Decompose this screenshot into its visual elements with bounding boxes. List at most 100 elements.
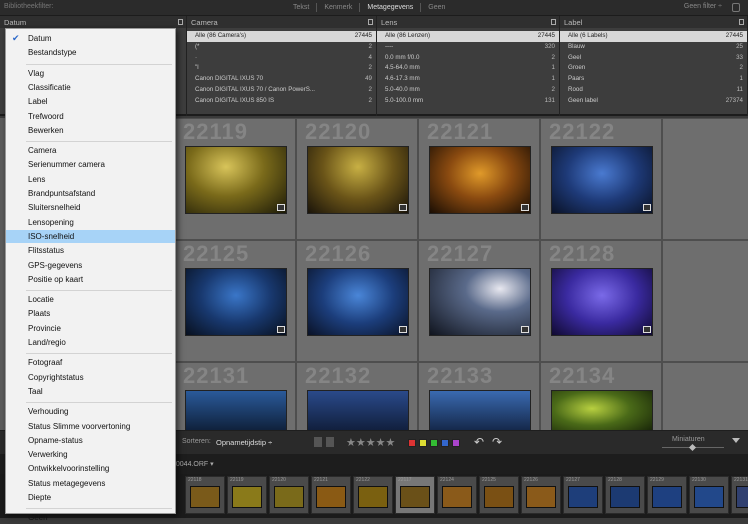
toolbar-menu-arrow-icon[interactable] — [732, 438, 740, 443]
filmstrip-item[interactable]: 22128 — [605, 476, 645, 514]
filmstrip-thumbnail[interactable] — [232, 486, 262, 508]
filmstrip-item[interactable]: 22117 — [395, 476, 435, 514]
menu-item[interactable]: Ontwikkelvoorinstelling — [6, 462, 175, 475]
filmstrip-thumbnail[interactable] — [694, 486, 724, 508]
column-row[interactable]: Geel 33 — [560, 53, 747, 64]
flag-icon[interactable] — [314, 437, 322, 447]
edit-badge-icon[interactable] — [399, 204, 407, 211]
filmstrip-thumbnail[interactable] — [400, 486, 430, 508]
column-menu-icon[interactable] — [368, 19, 373, 25]
photo-thumbnail[interactable] — [185, 268, 287, 336]
edit-badge-icon[interactable] — [521, 204, 529, 211]
menu-item[interactable]: Status metagegevens — [6, 477, 175, 490]
photo-thumbnail[interactable] — [307, 146, 409, 214]
filmstrip-thumbnail[interactable] — [484, 486, 514, 508]
filmstrip-item[interactable]: 22120 — [269, 476, 309, 514]
menu-item[interactable]: Bestandstype — [6, 46, 175, 59]
filmstrip-thumbnail[interactable] — [358, 486, 388, 508]
menu-item[interactable]: Lens — [6, 173, 175, 186]
filmstrip-thumbnail[interactable] — [274, 486, 304, 508]
menu-item[interactable]: Vlag — [6, 67, 175, 80]
grid-cell[interactable]: 22121 — [418, 118, 540, 240]
column-menu-icon[interactable] — [551, 19, 556, 25]
green-label-swatch[interactable] — [430, 439, 438, 447]
filmstrip-item[interactable]: 22127 — [563, 476, 603, 514]
grid-cell[interactable]: 22122 — [540, 118, 662, 240]
edit-badge-icon[interactable] — [277, 326, 285, 333]
menu-item[interactable]: Copyrightstatus — [6, 371, 175, 384]
edit-badge-icon[interactable] — [521, 326, 529, 333]
filmstrip-thumbnail[interactable] — [526, 486, 556, 508]
slider-knob[interactable] — [688, 443, 697, 452]
menu-item[interactable]: Brandpuntsafstand — [6, 187, 175, 200]
menu-item[interactable]: Lensopening — [6, 216, 175, 229]
menu-item[interactable]: Provincie — [6, 322, 175, 335]
menu-item[interactable]: ISO-snelheid — [6, 229, 175, 243]
column-row[interactable]: Geen label 27374 — [560, 96, 747, 107]
filmstrip-thumbnail[interactable] — [652, 486, 682, 508]
column-row[interactable]: Blauw 25 — [560, 42, 747, 53]
column-row[interactable]: 4.5-64.0 mm 1 — [377, 63, 559, 74]
photo-thumbnail[interactable] — [551, 146, 653, 214]
edit-badge-icon[interactable] — [399, 326, 407, 333]
purple-label-swatch[interactable] — [452, 439, 460, 447]
column-header[interactable]: Lens — [377, 16, 559, 28]
column-row[interactable]: ---- 320 — [377, 42, 559, 53]
red-label-swatch[interactable] — [408, 439, 416, 447]
column-row[interactable]: Canon DIGITAL IXUS 850 IS 2 — [187, 96, 376, 107]
blue-label-swatch[interactable] — [441, 439, 449, 447]
edit-badge-icon[interactable] — [277, 204, 285, 211]
lock-icon[interactable] — [732, 3, 740, 12]
grid-cell[interactable]: 22125 — [174, 240, 296, 362]
filmstrip-item[interactable]: 22122 — [353, 476, 393, 514]
photo-thumbnail[interactable] — [429, 268, 531, 336]
menu-item[interactable]: Status Slimme voorvertoning — [6, 420, 175, 433]
thumbnail-size-slider[interactable] — [662, 443, 724, 452]
column-menu-icon[interactable] — [739, 19, 744, 25]
filmstrip-item[interactable]: 22131 — [731, 476, 748, 514]
filter-preset-select[interactable]: Geen filter ÷ — [684, 3, 722, 10]
grid-cell[interactable] — [662, 118, 748, 240]
menu-item[interactable]: Land/regio — [6, 336, 175, 349]
filmstrip-item[interactable]: 22124 — [437, 476, 477, 514]
menu-item[interactable]: Verwerking — [6, 448, 175, 461]
column-header[interactable]: Datum — [0, 16, 186, 28]
column-row[interactable]: Groen 2 — [560, 63, 747, 74]
column-row[interactable]: · 4 — [187, 53, 376, 64]
menu-item[interactable]: Label — [6, 95, 175, 108]
grid-cell[interactable]: 22126 — [296, 240, 418, 362]
menu-item[interactable]: Opname-status — [6, 434, 175, 447]
filmstrip-item[interactable]: 22130 — [689, 476, 729, 514]
rotate-left-icon[interactable]: ↶ — [474, 435, 484, 449]
filmstrip-thumbnail[interactable] — [736, 486, 748, 508]
menu-item[interactable]: GPS-gegevens — [6, 259, 175, 272]
menu-item[interactable]: Serienummer camera — [6, 158, 175, 171]
column-header[interactable]: Label — [560, 16, 747, 28]
filmstrip-item[interactable]: 22126 — [521, 476, 561, 514]
column-header[interactable]: Camera — [187, 16, 376, 28]
column-row[interactable]: 5.0-100.0 mm 131 — [377, 96, 559, 107]
filmstrip-item[interactable]: 22125 — [479, 476, 519, 514]
current-file-path[interactable]: 70044.ORF ▾ — [172, 460, 214, 468]
column-row[interactable]: 0.0 mm f/0.0 2 — [377, 53, 559, 64]
yellow-label-swatch[interactable] — [419, 439, 427, 447]
menu-item[interactable]: Plaats — [6, 307, 175, 320]
filmstrip-thumbnail[interactable] — [568, 486, 598, 508]
menu-item[interactable]: Taal — [6, 385, 175, 398]
grid-cell[interactable]: 22119 — [174, 118, 296, 240]
column-row[interactable]: Rood 11 — [560, 85, 747, 96]
grid-cell[interactable] — [662, 240, 748, 362]
tab-none[interactable]: Geen — [421, 3, 452, 12]
menu-item[interactable]: Fotograaf — [6, 356, 175, 369]
photo-thumbnail[interactable] — [429, 146, 531, 214]
filmstrip-thumbnail[interactable] — [316, 486, 346, 508]
column-row[interactable]: Alle (6 Labels) 27445 — [560, 31, 747, 42]
photo-thumbnail[interactable] — [551, 268, 653, 336]
filmstrip-item[interactable]: 22129 — [647, 476, 687, 514]
filmstrip-thumbnail[interactable] — [442, 486, 472, 508]
menu-item[interactable]: Verhouding — [6, 405, 175, 418]
column-menu-icon[interactable] — [178, 19, 183, 25]
filmstrip-thumbnail[interactable] — [610, 486, 640, 508]
sort-select[interactable]: Opnametijdstip ÷ — [216, 438, 272, 447]
column-row[interactable]: (* 2 — [187, 42, 376, 53]
